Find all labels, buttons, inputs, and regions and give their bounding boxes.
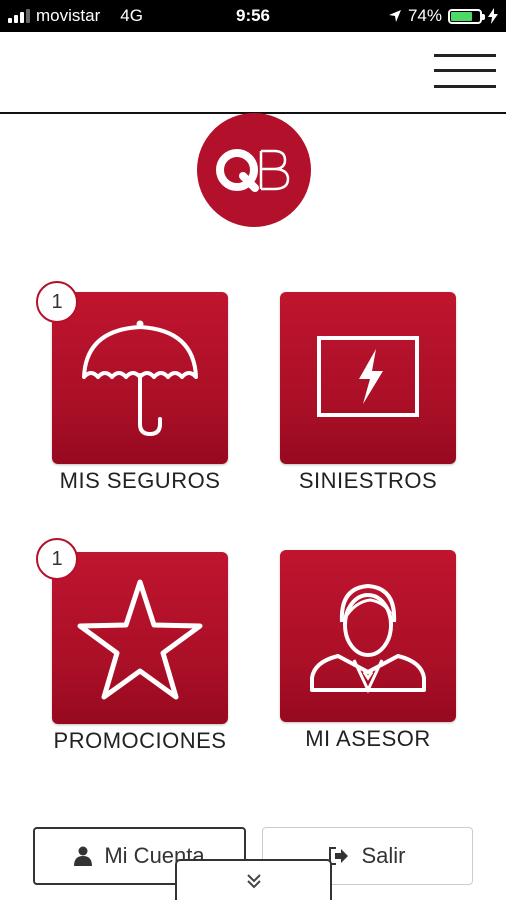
tile-mi-asesor-label: MI ASESOR — [305, 726, 431, 751]
battery-fill — [451, 11, 472, 21]
star-icon — [77, 579, 203, 700]
hamburger-menu-icon[interactable] — [434, 52, 496, 90]
battery-percent: 74% — [407, 6, 442, 25]
mis-seguros-badge: 1 — [36, 281, 78, 323]
lightning-frame-icon — [317, 336, 419, 417]
tile-promociones[interactable]: PROMOCIONES — [52, 552, 228, 753]
user-icon — [74, 846, 93, 866]
bottom-drawer-handle[interactable] — [175, 859, 332, 900]
status-right: 74% — [388, 6, 498, 26]
tile-promociones-box[interactable] — [52, 552, 228, 724]
tile-siniestros-box[interactable] — [280, 292, 456, 464]
umbrella-icon — [82, 320, 198, 437]
logo-mark — [216, 149, 290, 192]
logout-icon — [329, 847, 349, 865]
promociones-badge: 1 — [36, 538, 78, 580]
salir-label: Salir — [361, 843, 406, 868]
battery-icon — [448, 8, 485, 24]
double-chevron-down-icon — [246, 873, 261, 888]
tile-mis-seguros[interactable]: MIS SEGUROS — [52, 292, 228, 493]
app-header — [0, 32, 506, 114]
tile-mis-seguros-label: MIS SEGUROS — [59, 468, 221, 493]
tile-mi-asesor-box[interactable] — [280, 550, 456, 722]
location-arrow-icon — [388, 10, 401, 22]
charging-bolt-icon — [488, 8, 498, 24]
tile-siniestros-label: SINIESTROS — [298, 468, 438, 493]
tile-promociones-label: PROMOCIONES — [53, 728, 227, 753]
advisor-icon — [310, 583, 426, 694]
tile-mi-asesor[interactable]: MI ASESOR — [280, 550, 456, 751]
tile-siniestros[interactable]: SINIESTROS — [280, 292, 456, 493]
tile-mis-seguros-box[interactable] — [52, 292, 228, 464]
qb-logo — [197, 113, 311, 227]
status-bar: movistar 4G 9:56 74% — [0, 0, 506, 32]
